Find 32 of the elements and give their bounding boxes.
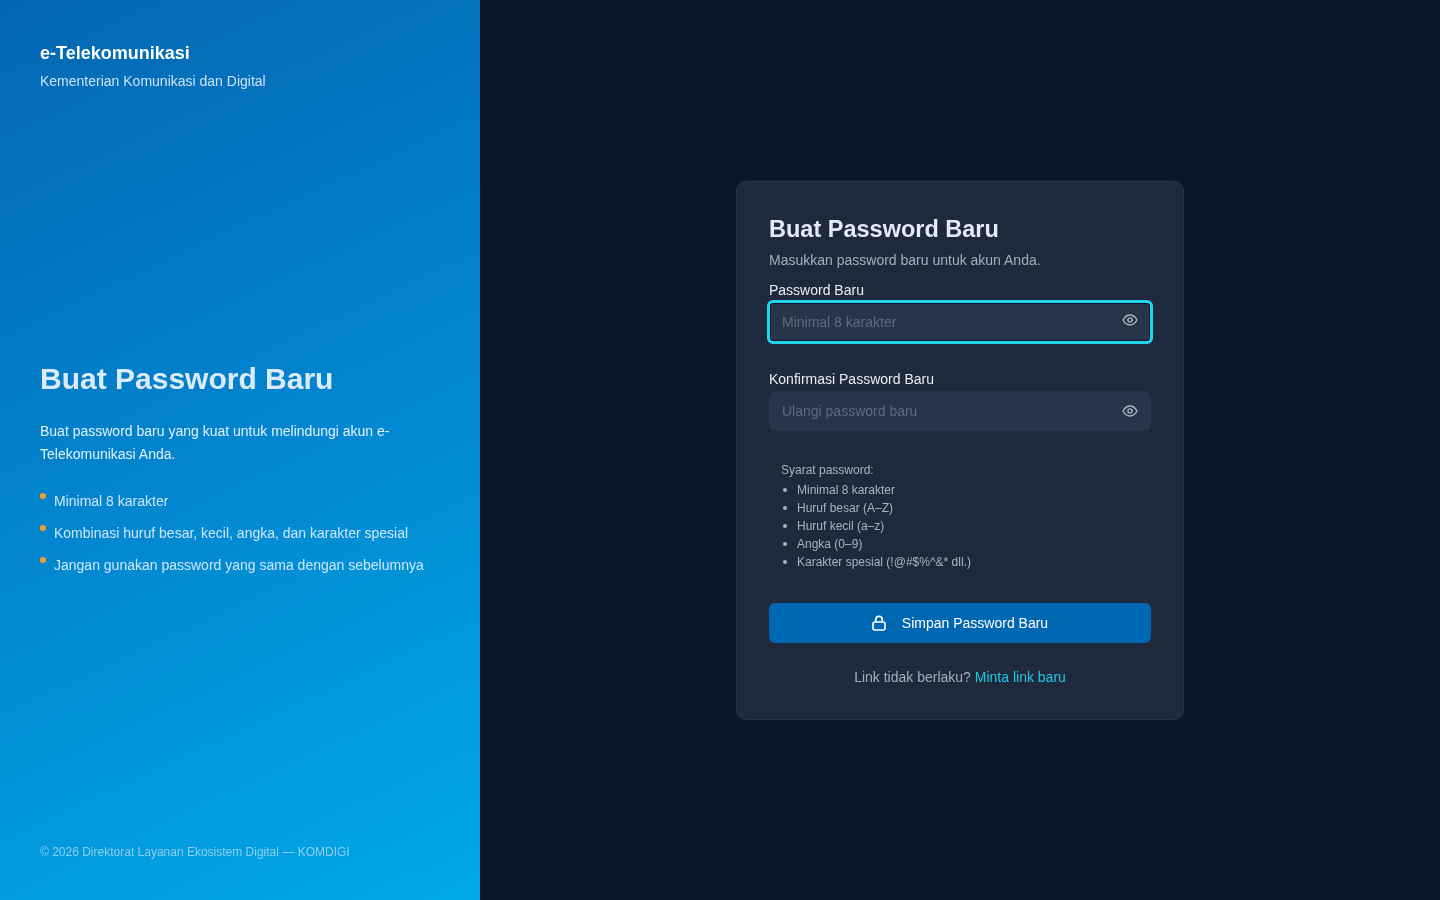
requirement-text: Angka (0–9): [797, 535, 863, 553]
bullet-dot-icon: [783, 523, 787, 528]
bullet-dot-icon: [40, 525, 46, 531]
hero-heading: Buat Password Baru: [40, 361, 335, 397]
card-subtitle: Masukkan password baru untuk akun Anda.: [769, 250, 1042, 270]
bullet-dot-icon: [783, 541, 787, 546]
hero-point-text: Kombinasi huruf besar, kecil, angka, dan karakter spesial: [54, 524, 409, 543]
field-label: Password Baru: [769, 281, 865, 298]
bullet-dot-icon: [783, 487, 787, 492]
eye-icon[interactable]: [1122, 313, 1138, 326]
hero-point-text: Minimal 8 karakter: [54, 492, 169, 511]
requirement-text: Karakter spesial (!@#$%^&* dll.): [797, 553, 971, 571]
eye-icon[interactable]: [1122, 404, 1138, 417]
brand-subtitle: Kementerian Komunikasi dan Digital: [40, 72, 267, 91]
requirement-text: Minimal 8 karakter: [797, 481, 896, 499]
request-new-link[interactable]: Minta link baru: [974, 668, 1066, 685]
hero-description: Buat password baru yang kuat untuk melindungi akun e-Telekomunikasi Anda.: [40, 422, 391, 464]
expired-link-text: Link tidak berlaku? Minta link baru: [853, 667, 1067, 687]
copyright-text: © 2026 Direktorat Layanan Ekosistem Digital — KOMDIGI: [40, 844, 351, 860]
requirements-title: Syarat password:: [781, 461, 875, 479]
brand-title: e-Telekomunikasi: [40, 42, 191, 65]
requirement-text: Huruf besar (A–Z): [797, 499, 894, 517]
bullet-dot-icon: [40, 493, 46, 499]
card-title: Buat Password Baru: [769, 214, 1000, 244]
bullet-dot-icon: [40, 557, 46, 563]
lock-icon: [871, 614, 886, 631]
bullet-dot-icon: [783, 559, 787, 564]
field-label: Konfirmasi Password Baru: [769, 370, 935, 387]
save-password-button[interactable]: Simpan Password Baru: [769, 602, 1151, 643]
hero-point-text: Jangan gunakan password yang sama dengan sebelumnya: [54, 556, 424, 575]
requirement-text: Huruf kecil (a–z): [797, 517, 885, 535]
bullet-dot-icon: [783, 505, 787, 510]
